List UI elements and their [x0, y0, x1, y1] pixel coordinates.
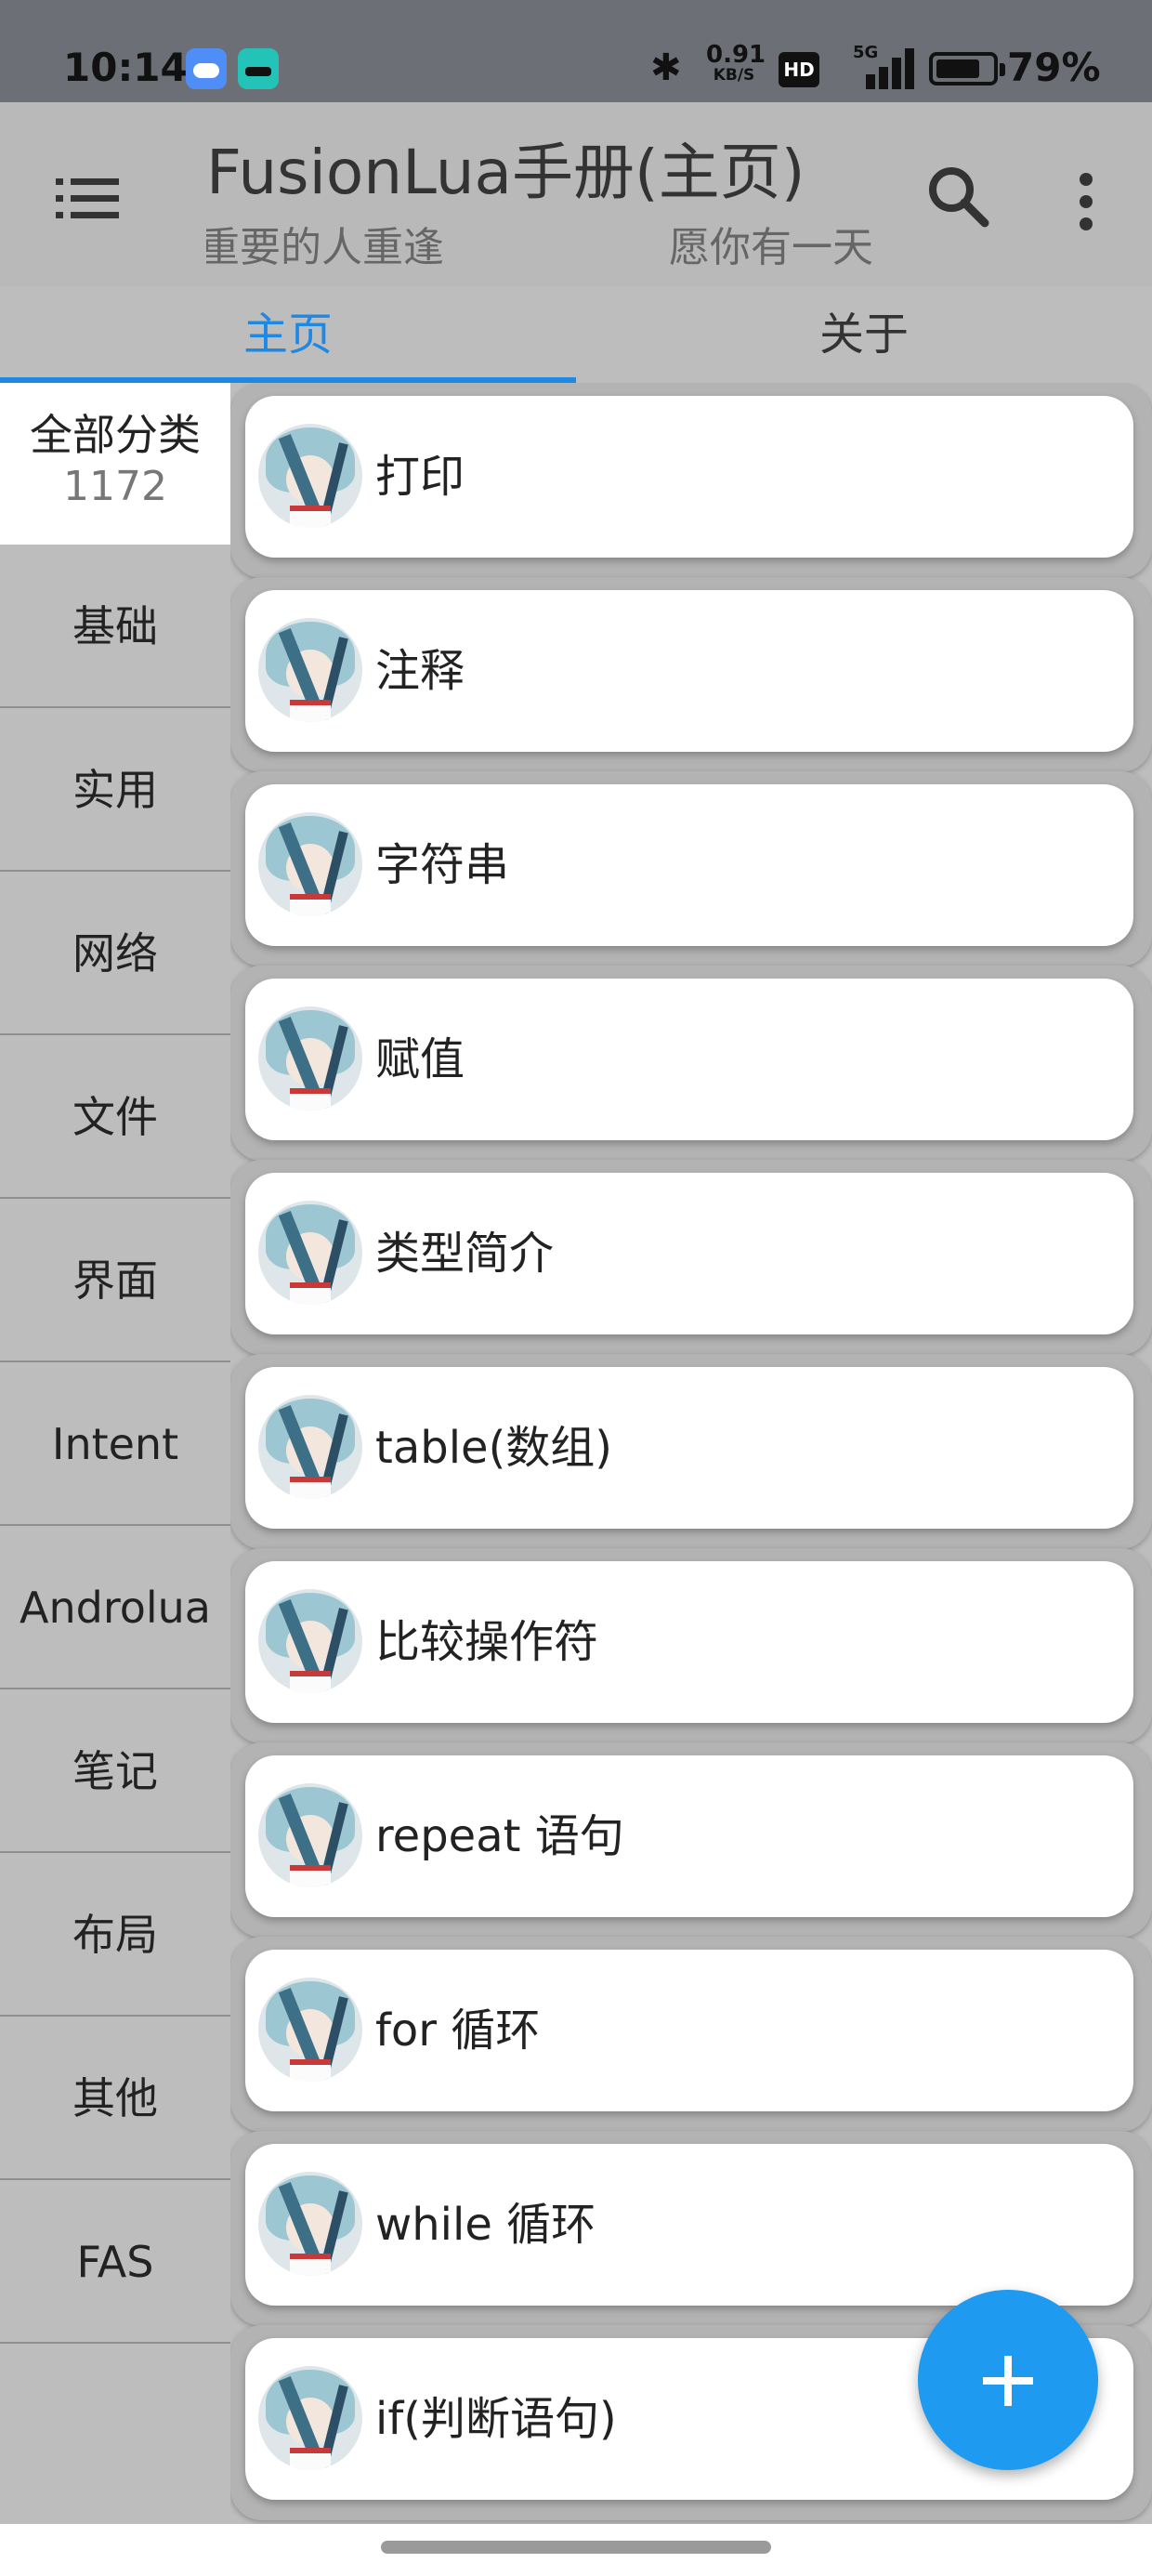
- avatar: [258, 1395, 362, 1499]
- signal-icon: 5G: [847, 43, 914, 91]
- sidebar-item-all[interactable]: 全部分类 1172: [0, 383, 230, 545]
- avatar: [258, 424, 362, 528]
- tutorial-card[interactable]: table(数组): [245, 1367, 1133, 1529]
- card-title: repeat 语句: [375, 1810, 624, 1862]
- bluetooth-icon: ✱: [650, 46, 682, 89]
- card-title: 类型简介: [375, 1228, 555, 1280]
- network-speed-value: 0.91: [706, 41, 766, 69]
- tutorial-card[interactable]: for 循环: [245, 1950, 1133, 2111]
- list-item: 比较操作符: [230, 1548, 1152, 1743]
- list-item: table(数组): [230, 1354, 1152, 1549]
- card-title: 字符串: [375, 839, 510, 891]
- weather-app-icon: [186, 48, 227, 89]
- tutorial-card[interactable]: 打印: [245, 396, 1133, 558]
- tutorial-card[interactable]: 赋值: [245, 979, 1133, 1140]
- menu-icon[interactable]: [56, 177, 121, 223]
- avatar: [258, 2172, 362, 2276]
- card-title: 比较操作符: [375, 1616, 599, 1668]
- list-item: repeat 语句: [230, 1742, 1152, 1938]
- sidebar-item-layout[interactable]: 布局: [0, 1853, 230, 2017]
- sidebar-item-basics[interactable]: 基础: [0, 545, 230, 708]
- marquee-text-left: 重要的人重逢: [206, 224, 444, 266]
- avatar: [258, 618, 362, 722]
- sidebar-item-other[interactable]: 其他: [0, 2017, 230, 2180]
- list-item: 类型简介: [230, 1160, 1152, 1355]
- sidebar-item-notes[interactable]: 笔记: [0, 1689, 230, 1853]
- tutorial-card[interactable]: 注释: [245, 590, 1133, 752]
- network-speed: 0.91 KB/S: [706, 41, 766, 85]
- list-item: 字符串: [230, 771, 1152, 966]
- avatar: [258, 2366, 362, 2470]
- tutorial-list: 打印注释字符串赋值类型简介 table(数组) 比较操作符 repeat 语句 for …: [230, 383, 1152, 2524]
- card-title: table(数组): [375, 1422, 613, 1474]
- sidebar-item-network[interactable]: 网络: [0, 872, 230, 1035]
- list-item: 打印: [230, 383, 1152, 578]
- sidebar-item-intent[interactable]: Intent: [0, 1362, 230, 1526]
- tutorial-card[interactable]: 比较操作符: [245, 1561, 1133, 1723]
- marquee-subtitle: 重要的人重逢 愿你有一天: [206, 214, 894, 266]
- sidebar-item-practical[interactable]: 实用: [0, 708, 230, 872]
- tutorial-card[interactable]: 字符串: [245, 784, 1133, 946]
- tutorial-card[interactable]: repeat 语句: [245, 1755, 1133, 1917]
- list-item: for 循环: [230, 1937, 1152, 2132]
- hd-badge: HD: [779, 52, 819, 87]
- category-sidebar: 全部分类 1172 基础 实用 网络 文件 界面 Intent Androlua…: [0, 383, 230, 2524]
- magic-app-icon: [238, 48, 279, 89]
- sidebar-item-fas[interactable]: FAS: [0, 2180, 230, 2344]
- card-title: for 循环: [375, 2004, 541, 2057]
- search-icon[interactable]: [922, 160, 996, 234]
- tab-about[interactable]: 关于: [576, 286, 1152, 383]
- status-time: 10:14: [63, 45, 188, 90]
- avatar: [258, 1783, 362, 1887]
- home-gesture-bar[interactable]: [381, 2541, 771, 2554]
- list-item: 赋值: [230, 966, 1152, 1161]
- avatar: [258, 1589, 362, 1693]
- card-title: 赋值: [375, 1033, 465, 1085]
- sidebar-item-file[interactable]: 文件: [0, 1035, 230, 1199]
- list-item: 注释: [230, 577, 1152, 772]
- network-type: 5G: [853, 43, 879, 62]
- app-bar: FusionLua手册(主页) 重要的人重逢 愿你有一天: [0, 102, 1152, 286]
- add-button[interactable]: [918, 2290, 1098, 2470]
- avatar: [258, 1006, 362, 1111]
- tutorial-card[interactable]: while 循环: [245, 2144, 1133, 2306]
- avatar: [258, 1978, 362, 2082]
- avatar: [258, 1201, 362, 1305]
- sidebar-item-androlua[interactable]: Androlua: [0, 1526, 230, 1689]
- card-title: 注释: [375, 645, 465, 697]
- avatar: [258, 812, 362, 916]
- navigation-area: [0, 2524, 1152, 2576]
- card-title: while 循环: [375, 2199, 596, 2251]
- category-count: 1172: [63, 463, 167, 510]
- sidebar-item-ui[interactable]: 界面: [0, 1199, 230, 1362]
- tab-bar: 主页 关于: [0, 286, 1152, 383]
- more-options-icon[interactable]: [1068, 164, 1106, 238]
- status-bar: 10:14 ✱ 0.91 KB/S HD 5G 79%: [0, 0, 1152, 102]
- page-title: FusionLua手册(主页): [206, 137, 805, 208]
- marquee-text-right: 愿你有一天: [669, 224, 873, 266]
- battery-icon: [929, 52, 1005, 85]
- network-speed-unit: KB/S: [713, 66, 755, 85]
- card-title: 打印: [375, 451, 465, 503]
- card-title: if(判断语句): [375, 2393, 617, 2445]
- tutorial-card[interactable]: 类型简介: [245, 1173, 1133, 1334]
- battery-percent: 79%: [1007, 45, 1101, 90]
- sidebar-item-label: 全部分类: [30, 410, 201, 460]
- tab-home[interactable]: 主页: [0, 286, 576, 383]
